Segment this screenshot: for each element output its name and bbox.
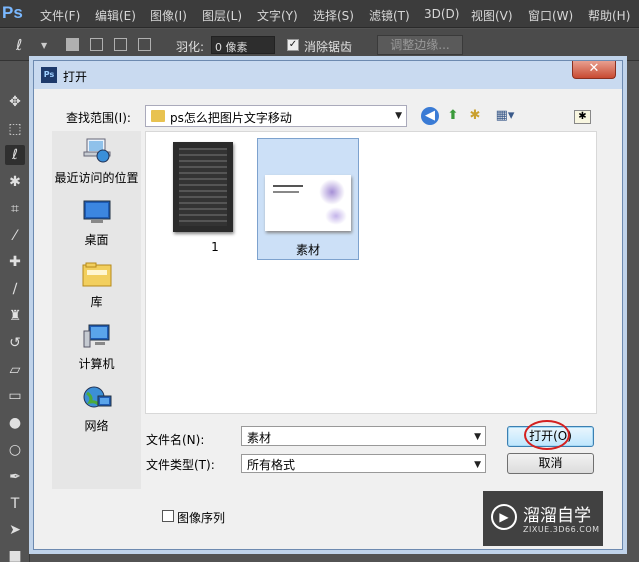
place-label: 最近访问的位置 bbox=[54, 171, 139, 185]
place-libraries[interactable]: 库 bbox=[52, 259, 141, 319]
move-tool-icon[interactable]: ✥ bbox=[5, 92, 25, 112]
antialias-label: 消除锯齿 bbox=[304, 40, 353, 54]
place-computer[interactable]: 计算机 bbox=[52, 321, 141, 381]
open-dialog: Ps 打开 ✕ 查找范围(I): ps怎么把图片文字移动 ▼ ◀ ⬆ ✱ ▦▾ … bbox=[33, 60, 623, 550]
computer-icon bbox=[83, 324, 110, 348]
file-item[interactable]: 1 bbox=[164, 138, 266, 260]
feather-label: 羽化: bbox=[176, 40, 205, 54]
folder-icon bbox=[151, 110, 165, 122]
file-name: 1 bbox=[211, 240, 219, 254]
file-name-input[interactable]: 素材 ▼ bbox=[241, 426, 486, 446]
place-desktop[interactable]: 桌面 bbox=[52, 197, 141, 257]
menu-help[interactable]: 帮助(H) bbox=[588, 7, 630, 24]
healing-tool-icon[interactable]: ✚ bbox=[5, 252, 25, 272]
new-selection-icon[interactable] bbox=[66, 38, 79, 51]
photoshop-logo: Ps bbox=[2, 3, 23, 22]
image-sequence-label: 图像序列 bbox=[177, 511, 226, 525]
dialog-title: 打开 bbox=[63, 70, 88, 84]
image-sequence-checkbox[interactable] bbox=[162, 510, 174, 522]
desktop-icon bbox=[83, 200, 111, 223]
dodge-tool-icon[interactable]: ○ bbox=[5, 440, 25, 460]
file-type-dropdown[interactable]: 所有格式 ▼ bbox=[241, 454, 486, 473]
look-in-label: 查找范围(I): bbox=[66, 111, 131, 125]
brush-tool-icon[interactable]: ∕ bbox=[5, 279, 25, 299]
crop-tool-icon[interactable]: ⌗ bbox=[5, 199, 25, 219]
lasso-tool-icon[interactable]: ℓ bbox=[5, 145, 25, 165]
menu-type[interactable]: 文字(Y) bbox=[257, 7, 298, 24]
stamp-tool-icon[interactable]: ♜ bbox=[5, 306, 25, 326]
eyedropper-tool-icon[interactable]: ⁄ bbox=[5, 226, 25, 246]
place-label: 计算机 bbox=[78, 357, 115, 371]
type-tool-icon[interactable]: T bbox=[5, 494, 25, 514]
add-selection-icon[interactable] bbox=[90, 38, 103, 51]
feather-input[interactable]: 0 像素 bbox=[211, 36, 275, 54]
chevron-down-icon[interactable]: ▼ bbox=[41, 41, 47, 50]
file-thumbnail bbox=[173, 142, 233, 232]
menu-window[interactable]: 窗口(W) bbox=[528, 7, 573, 24]
antialias-checkbox[interactable]: ✓ bbox=[287, 39, 299, 51]
menu-bar: Ps 文件(F) 编辑(E) 图像(I) 图层(L) 文字(Y) 选择(S) 滤… bbox=[0, 0, 639, 28]
place-label: 库 bbox=[90, 295, 103, 309]
file-type-label: 文件类型(T): bbox=[146, 458, 215, 472]
menu-layer[interactable]: 图层(L) bbox=[202, 7, 242, 24]
folder-options-icon[interactable]: ✱ bbox=[574, 110, 591, 124]
magic-wand-tool-icon[interactable]: ✱ bbox=[5, 172, 25, 192]
cancel-button[interactable]: 取消 bbox=[507, 453, 594, 474]
file-name: 素材 bbox=[295, 243, 320, 257]
tools-panel: ✥ ⬚ ℓ ✱ ⌗ ⁄ ✚ ∕ ♜ ↺ ▱ ▭ ● ○ ✒ T ➤ ■ bbox=[0, 62, 30, 562]
menu-image[interactable]: 图像(I) bbox=[150, 7, 187, 24]
view-menu-icon[interactable]: ▦▾ bbox=[491, 107, 519, 125]
shape-tool-icon[interactable]: ■ bbox=[5, 546, 25, 562]
close-button[interactable]: ✕ bbox=[572, 61, 616, 79]
history-brush-icon[interactable]: ↺ bbox=[5, 333, 25, 353]
dialog-titlebar[interactable]: Ps 打开 ✕ bbox=[34, 61, 622, 89]
place-label: 桌面 bbox=[84, 233, 109, 247]
new-folder-icon[interactable]: ✱ bbox=[466, 107, 484, 125]
place-label: 网络 bbox=[84, 419, 109, 433]
play-icon: ▶ bbox=[491, 504, 517, 530]
place-recent[interactable]: 最近访问的位置 bbox=[52, 135, 141, 195]
chevron-down-icon: ▼ bbox=[474, 460, 481, 470]
menu-3d[interactable]: 3D(D) bbox=[424, 7, 459, 21]
annotation-circle bbox=[524, 420, 570, 450]
libraries-icon bbox=[82, 262, 112, 287]
refine-edge-button[interactable]: 调整边缘... bbox=[377, 35, 463, 55]
file-list[interactable]: 1 素材 bbox=[145, 131, 597, 414]
menu-file[interactable]: 文件(F) bbox=[40, 7, 80, 24]
recent-places-icon bbox=[83, 138, 111, 163]
eraser-tool-icon[interactable]: ▱ bbox=[5, 360, 25, 380]
look-in-value: ps怎么把图片文字移动 bbox=[170, 111, 292, 125]
marquee-tool-icon[interactable]: ⬚ bbox=[5, 119, 25, 139]
blur-tool-icon[interactable]: ● bbox=[5, 413, 25, 433]
file-name-value: 素材 bbox=[247, 431, 272, 445]
options-bar: ℓ ▼ 羽化: 0 像素 ✓ 消除锯齿 调整边缘... bbox=[0, 29, 639, 61]
file-item-selected[interactable]: 素材 bbox=[257, 138, 359, 260]
chevron-down-icon[interactable]: ▼ bbox=[474, 432, 481, 442]
lasso-tool-icon[interactable]: ℓ bbox=[16, 36, 22, 54]
look-in-dropdown[interactable]: ps怎么把图片文字移动 ▼ bbox=[145, 105, 407, 127]
network-icon bbox=[83, 386, 112, 408]
menu-view[interactable]: 视图(V) bbox=[471, 7, 513, 24]
pen-tool-icon[interactable]: ✒ bbox=[5, 467, 25, 487]
watermark: ▶ 溜溜自学 ZIXUE.3D66.COM bbox=[483, 491, 603, 546]
file-name-label: 文件名(N): bbox=[146, 433, 205, 447]
watermark-subtitle: ZIXUE.3D66.COM bbox=[523, 525, 600, 534]
menu-filter[interactable]: 滤镜(T) bbox=[369, 7, 410, 24]
chevron-down-icon: ▼ bbox=[395, 111, 402, 121]
file-thumbnail bbox=[265, 175, 351, 231]
up-folder-icon[interactable]: ⬆ bbox=[444, 107, 462, 125]
intersect-selection-icon[interactable] bbox=[138, 38, 151, 51]
back-icon[interactable]: ◀ bbox=[421, 107, 439, 125]
gradient-tool-icon[interactable]: ▭ bbox=[5, 386, 25, 406]
photoshop-app-icon: Ps bbox=[41, 67, 57, 83]
path-select-tool-icon[interactable]: ➤ bbox=[5, 520, 25, 540]
place-network[interactable]: 网络 bbox=[52, 383, 141, 443]
menu-select[interactable]: 选择(S) bbox=[313, 7, 354, 24]
menu-edit[interactable]: 编辑(E) bbox=[95, 7, 136, 24]
watermark-title: 溜溜自学 bbox=[523, 506, 591, 526]
file-type-value: 所有格式 bbox=[247, 458, 296, 472]
places-bar: 最近访问的位置 桌面 库 计算机 网络 bbox=[52, 131, 141, 489]
subtract-selection-icon[interactable] bbox=[114, 38, 127, 51]
